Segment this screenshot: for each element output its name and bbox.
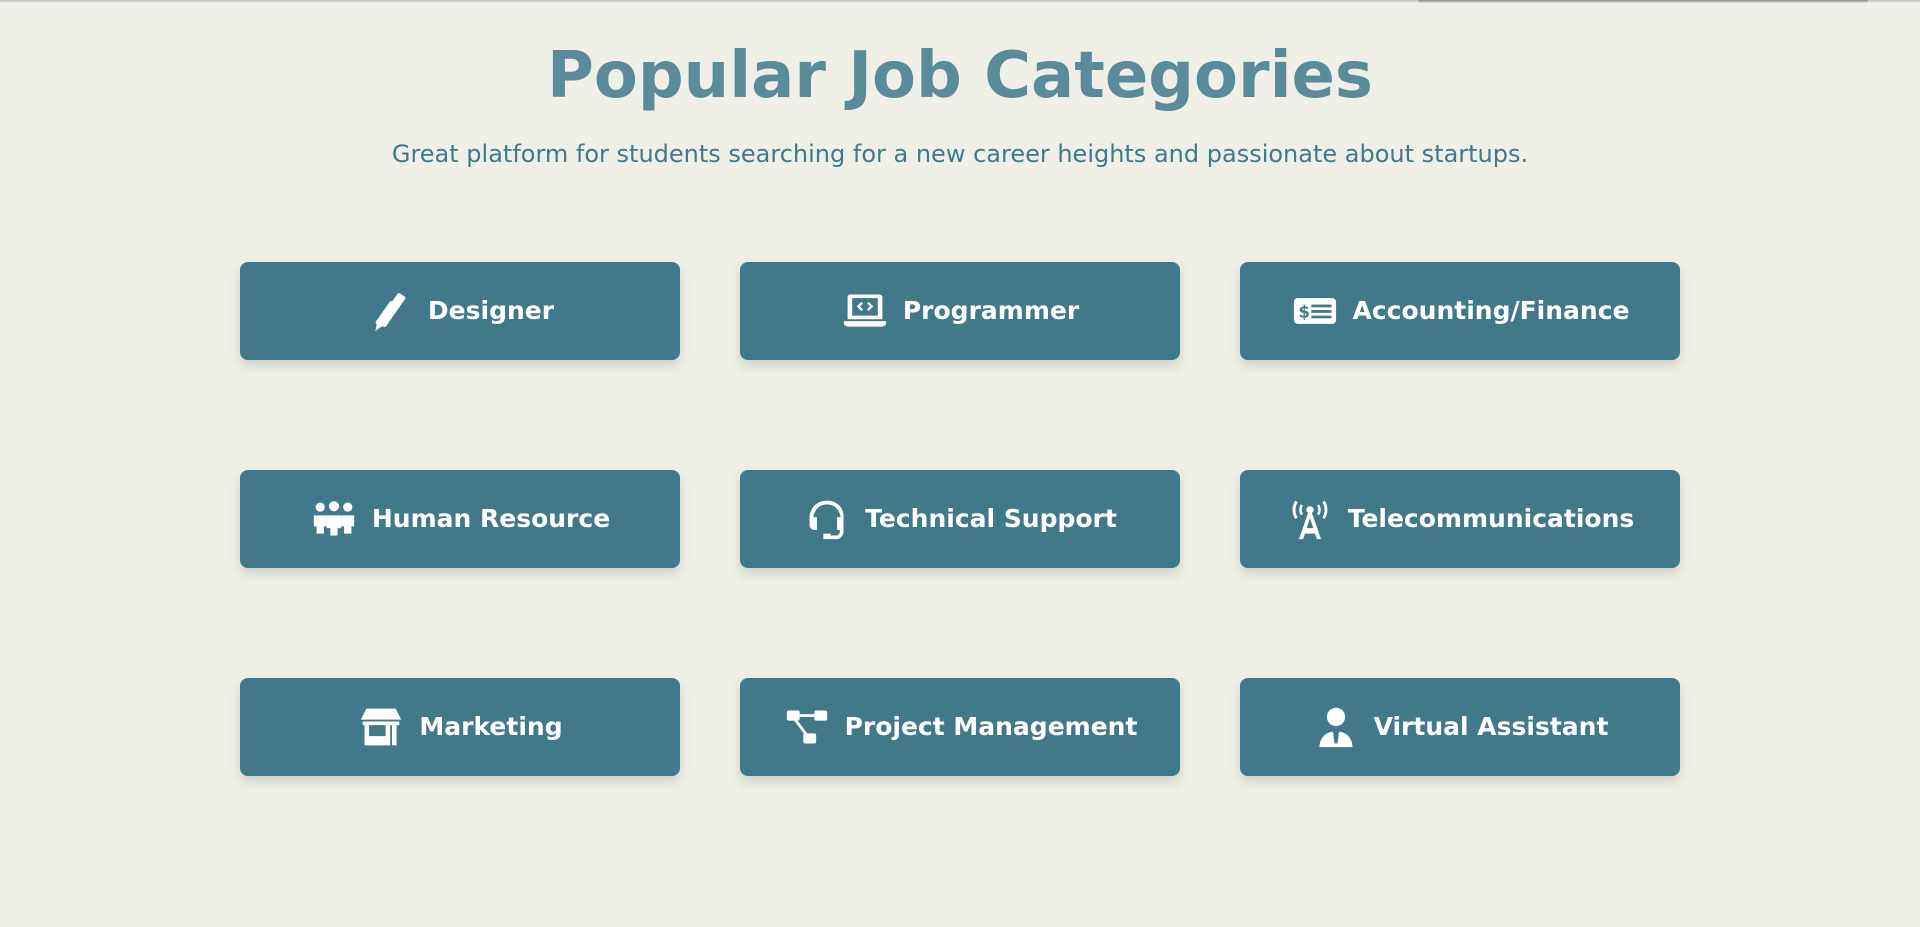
category-label: Technical Support bbox=[865, 504, 1117, 533]
category-card-designer[interactable]: Designer bbox=[240, 262, 680, 360]
category-label: Designer bbox=[427, 296, 555, 325]
category-grid: Designer Programmer $ Accounting/Finance bbox=[240, 262, 1680, 776]
category-label: Accounting/Finance bbox=[1352, 296, 1630, 325]
svg-text:$: $ bbox=[1298, 302, 1309, 321]
category-label: Programmer bbox=[902, 296, 1080, 325]
money-check-icon: $ bbox=[1291, 287, 1339, 335]
category-card-telecommunications[interactable]: Telecommunications bbox=[1240, 470, 1680, 568]
user-tie-icon bbox=[1312, 703, 1360, 751]
tower-broadcast-icon bbox=[1286, 495, 1334, 543]
category-card-accounting-finance[interactable]: $ Accounting/Finance bbox=[1240, 262, 1680, 360]
laptop-code-icon bbox=[841, 287, 889, 335]
category-label: Telecommunications bbox=[1347, 504, 1635, 533]
category-label: Project Management bbox=[844, 712, 1138, 741]
category-card-project-management[interactable]: Project Management bbox=[740, 678, 1180, 776]
category-card-technical-support[interactable]: Technical Support bbox=[740, 470, 1180, 568]
pencil-ruler-icon bbox=[366, 287, 414, 335]
category-card-marketing[interactable]: Marketing bbox=[240, 678, 680, 776]
category-card-programmer[interactable]: Programmer bbox=[740, 262, 1180, 360]
category-card-human-resource[interactable]: Human Resource bbox=[240, 470, 680, 568]
header-shadow-accent bbox=[1418, 0, 1868, 3]
diagram-project-icon bbox=[783, 703, 831, 751]
category-card-virtual-assistant[interactable]: Virtual Assistant bbox=[1240, 678, 1680, 776]
people-group-icon bbox=[310, 495, 358, 543]
shop-icon bbox=[357, 703, 405, 751]
category-label: Marketing bbox=[419, 712, 563, 741]
page-subtitle: Great platform for students searching fo… bbox=[391, 140, 1529, 168]
category-label: Human Resource bbox=[371, 504, 611, 533]
headset-icon bbox=[803, 495, 851, 543]
page-title: Popular Job Categories bbox=[546, 39, 1374, 113]
category-label: Virtual Assistant bbox=[1373, 712, 1609, 741]
